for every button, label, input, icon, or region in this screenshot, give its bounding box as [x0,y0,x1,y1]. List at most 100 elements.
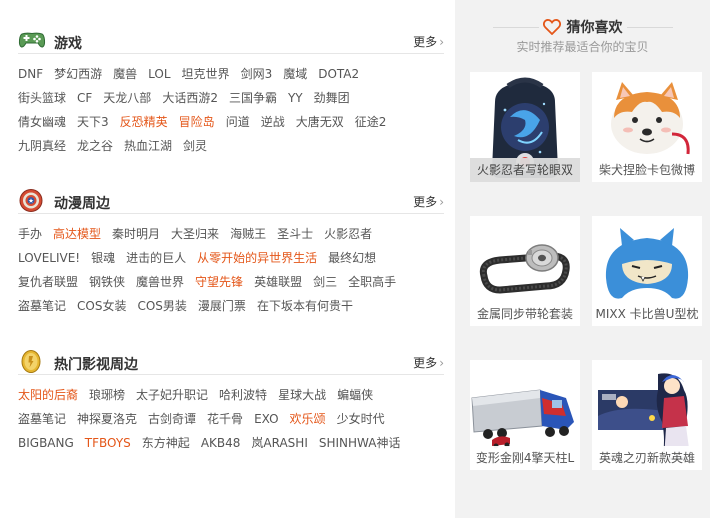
tag-link[interactable]: 从零开始的异世界生活 [197,246,317,270]
guess-title-row: 猜你喜欢 [455,17,710,37]
tag-link[interactable]: 守望先锋 [195,270,243,294]
tag-link[interactable]: 反恐精英 [120,110,168,134]
tag-link[interactable]: 热血江湖 [124,134,172,158]
tag-link[interactable]: 征途2 [355,110,387,134]
tag-link[interactable]: 大话西游2 [162,86,218,110]
tag-link[interactable]: 九阴真经 [18,134,66,158]
more-link[interactable]: 更多 › [413,193,444,210]
tag-link[interactable]: 少女时代 [337,407,385,431]
more-link[interactable]: 更多 › [413,33,444,50]
tag-link[interactable]: EXO [254,407,278,431]
tag-link[interactable]: CF [77,86,92,110]
product-caption: 变形金刚4擎天柱L [470,446,580,470]
tag-link[interactable]: 在下坂本有何贵干 [257,294,353,318]
tag-link[interactable]: 蝙蝠侠 [337,383,373,407]
tag-link[interactable]: 太阳的后裔 [18,383,78,407]
tag-link[interactable]: 魔域 [283,62,307,86]
tag-link[interactable]: 秦时明月 [112,222,160,246]
tag-link[interactable]: 手办 [18,222,42,246]
tag-link[interactable]: TFBOYS [85,431,131,455]
tag-link[interactable]: 逆战 [261,110,285,134]
product-card[interactable]: 火影忍者写轮眼双 [470,72,580,182]
tag-link[interactable]: 大唐无双 [296,110,344,134]
tag-link[interactable]: 剑灵 [183,134,207,158]
tag-link[interactable]: COS男装 [137,294,186,318]
tag-link[interactable]: 古剑奇谭 [148,407,196,431]
tag-link[interactable]: 火影忍者 [324,222,372,246]
tag-link[interactable]: 英雄联盟 [254,270,302,294]
tag-link[interactable]: 高达模型 [53,222,101,246]
tag-list: 太阳的后裔 琅琊榜 太子妃升职记 哈利波特 星球大战 蝙蝠侠盗墓笔记 神探夏洛克 古剑奇谭 花千… [18,375,444,455]
product-card[interactable]: 英魂之刃新款英雄 [592,360,702,470]
tag-link[interactable]: 盗墓笔记 [18,407,66,431]
tag-link[interactable]: SHINHWA神话 [319,431,401,455]
tag-link[interactable]: 哈利波特 [219,383,267,407]
tag-link[interactable]: 剑网3 [241,62,273,86]
tag-link[interactable]: 街头篮球 [18,86,66,110]
product-caption: 火影忍者写轮眼双 [470,158,580,182]
tag-row: DNF 梦幻西游 魔兽 LOL 坦克世界 剑网3 魔域 DOTA2 [18,62,444,86]
tag-row: 复仇者联盟 钢铁侠 魔兽世界 守望先锋 英雄联盟 剑三 全职高手 [18,270,444,294]
tag-link[interactable]: 神探夏洛克 [77,407,137,431]
chevron-right-icon: › [439,35,444,49]
tag-link[interactable]: 漫展门票 [198,294,246,318]
tag-link[interactable]: 天龙八部 [103,86,151,110]
product-caption: MIXX 卡比兽U型枕 [592,302,702,326]
tag-link[interactable]: 冒险岛 [179,110,215,134]
tag-link[interactable]: 大圣归来 [171,222,219,246]
tag-list: DNF 梦幻西游 魔兽 LOL 坦克世界 剑网3 魔域 DOTA2 街头篮球 CF 天龙八部 大话西游… [18,54,444,158]
more-label: 更多 [413,195,438,209]
tag-link[interactable]: 复仇者联盟 [18,270,78,294]
tag-link[interactable]: 海贼王 [230,222,266,246]
tag-link[interactable]: 琅琊榜 [89,383,125,407]
tag-link[interactable]: 圣斗士 [277,222,313,246]
tag-link[interactable]: 坦克世界 [182,62,230,86]
tag-link[interactable]: 银魂 [91,246,115,270]
tag-link[interactable]: AKB48 [201,431,241,455]
tag-link[interactable]: 倩女幽魂 [18,110,66,134]
tag-link[interactable]: BIGBANG [18,431,74,455]
tag-link[interactable]: 梦幻西游 [54,62,102,86]
shield-icon [19,189,43,212]
tag-link[interactable]: 太子妃升职记 [136,383,208,407]
tag-link[interactable]: LOVELIVE! [18,246,80,270]
product-card[interactable]: 金属同步带轮套装 [470,216,580,326]
coin-icon [21,350,41,373]
tag-link[interactable]: 最终幻想 [328,246,376,270]
tag-link[interactable]: 盗墓笔记 [18,294,66,318]
tag-link[interactable]: 全职高手 [348,270,396,294]
tag-link[interactable]: 魔兽 [113,62,137,86]
section-header: 动漫周边 更多 › [18,188,444,214]
tag-link[interactable]: DOTA2 [318,62,359,86]
product-card[interactable]: 变形金刚4擎天柱L [470,360,580,470]
tag-link[interactable]: 三国争霸 [229,86,277,110]
tag-link[interactable]: 问道 [226,110,250,134]
heart-icon [542,19,561,35]
tag-link[interactable]: 花千骨 [207,407,243,431]
product-card[interactable]: MIXX 卡比兽U型枕 [592,216,702,326]
tag-link[interactable]: 劲舞团 [314,86,350,110]
tag-link[interactable]: 星球大战 [278,383,326,407]
tag-link[interactable]: COS女装 [77,294,126,318]
tag-row: BIGBANG TFBOYS 东方神起 AKB48 岚ARASHI SHINHWA神话 [18,431,444,455]
tag-link[interactable]: 魔兽世界 [136,270,184,294]
chevron-right-icon: › [439,356,444,370]
product-card[interactable]: 柴犬捏脸卡包微博 [592,72,702,182]
product-caption: 英魂之刃新款英雄 [592,446,702,470]
tag-link[interactable]: LOL [148,62,170,86]
recommend-sidebar: 猜你喜欢 实时推荐最适合你的宝贝 火影忍者写轮眼双 柴犬捏脸卡包微博 金属同步带… [455,0,710,518]
tag-link[interactable]: 东方神起 [142,431,190,455]
tag-row: 倩女幽魂 天下3 反恐精英 冒险岛 问道 逆战 大唐无双 征途2 [18,110,444,134]
tag-link[interactable]: 剑三 [313,270,337,294]
more-link[interactable]: 更多 › [413,354,444,371]
tag-link[interactable]: 进击的巨人 [126,246,186,270]
gamepad-icon [18,32,46,48]
tag-link[interactable]: YY [288,86,303,110]
section-anime: 动漫周边 更多 › 手办 高达模型 秦时明月 大圣归来 海贼王 圣斗士 火影忍者 LOVELIV… [18,188,444,318]
tag-link[interactable]: 龙之谷 [77,134,113,158]
tag-link[interactable]: 钢铁侠 [89,270,125,294]
tag-link[interactable]: 欢乐颂 [290,407,326,431]
tag-link[interactable]: 岚ARASHI [251,431,307,455]
tag-link[interactable]: 天下3 [77,110,109,134]
tag-link[interactable]: DNF [18,62,43,86]
